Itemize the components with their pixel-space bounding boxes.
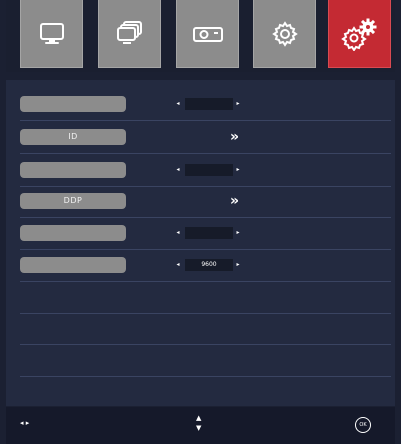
- settings-row[interactable]: DDP »: [20, 185, 391, 218]
- up-down-arrows-icon: ▲ ▼: [196, 413, 201, 433]
- tab-display[interactable]: [20, 0, 83, 68]
- setting-label: [20, 225, 126, 241]
- arrow-left-icon[interactable]: ◂: [175, 98, 181, 110]
- arrow-left-icon[interactable]: ◂: [175, 227, 181, 239]
- selected-value: [185, 227, 233, 239]
- tab-projector[interactable]: [176, 0, 239, 68]
- arrow-right-icon[interactable]: ▸: [235, 164, 241, 176]
- setting-label: ID: [20, 129, 126, 145]
- submenu-arrow-icon[interactable]: »: [230, 127, 239, 147]
- value-selector[interactable]: ◂ ▸: [175, 98, 241, 110]
- footer-hint-bar: ◂ ▸ ▲ ▼ OK: [6, 407, 395, 444]
- tab-advanced-settings[interactable]: [328, 0, 391, 68]
- settings-row[interactable]: ◂ 9600 ▸: [20, 249, 391, 282]
- tab-settings[interactable]: [253, 0, 316, 68]
- ok-icon: OK: [355, 417, 371, 433]
- settings-row[interactable]: ◂ ▸: [20, 217, 391, 250]
- selected-value: [185, 98, 233, 110]
- monitor-icon: [39, 22, 64, 44]
- arrow-right-icon[interactable]: ▸: [235, 98, 241, 110]
- setting-label: DDP: [20, 193, 126, 209]
- tab-bar: [6, 0, 395, 72]
- value-selector[interactable]: ◂ 9600 ▸: [175, 259, 241, 271]
- empty-row: [20, 345, 391, 377]
- arrow-left-icon[interactable]: ◂: [175, 164, 181, 176]
- left-right-arrows-icon: ◂ ▸: [20, 419, 30, 427]
- arrow-down-icon: ▼: [196, 424, 202, 432]
- arrow-right-icon[interactable]: ▸: [235, 227, 241, 239]
- gears-icon: [340, 18, 376, 51]
- settings-row[interactable]: ◂ ▸: [20, 154, 391, 187]
- arrow-up-icon: ▲: [196, 414, 202, 422]
- gear-icon: [271, 20, 298, 47]
- empty-row: [20, 282, 391, 314]
- tab-multi-screen[interactable]: [98, 0, 161, 68]
- settings-panel: ◂ ▸ ID » ◂ ▸ DDP » ◂ ▸ ◂ 9600 ▸: [6, 80, 395, 406]
- settings-row[interactable]: ID »: [20, 121, 391, 154]
- submenu-arrow-icon[interactable]: »: [230, 191, 239, 211]
- setting-label: [20, 257, 126, 273]
- settings-row[interactable]: ◂ ▸: [20, 88, 391, 121]
- selected-value: [185, 164, 233, 176]
- arrow-right-icon[interactable]: ▸: [235, 259, 241, 271]
- selected-value: 9600: [185, 259, 233, 271]
- setting-label: [20, 96, 126, 112]
- arrow-left-icon[interactable]: ◂: [175, 259, 181, 271]
- projector-icon: [192, 26, 223, 42]
- value-selector[interactable]: ◂ ▸: [175, 164, 241, 176]
- multi-screen-icon: [116, 20, 142, 44]
- value-selector[interactable]: ◂ ▸: [175, 227, 241, 239]
- empty-row: [20, 313, 391, 345]
- setting-label: [20, 162, 126, 178]
